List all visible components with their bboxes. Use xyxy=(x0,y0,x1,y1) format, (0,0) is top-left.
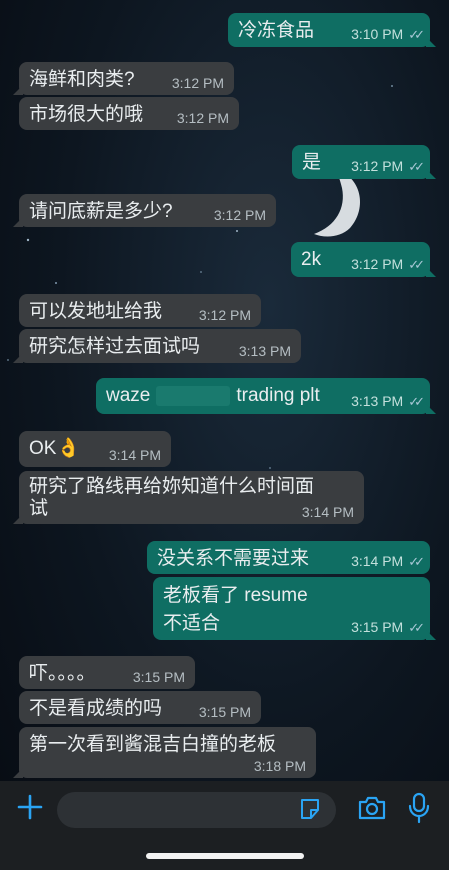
message-time: 3:10 PM ✓✓ xyxy=(351,26,425,42)
message-time: 3:12 PM ✓✓ xyxy=(351,158,425,174)
message-text: waze trading plt xyxy=(106,385,320,406)
plus-icon[interactable] xyxy=(16,793,44,821)
message-bubble-incoming[interactable]: 市场很大的哦 3:12 PM xyxy=(19,97,239,130)
home-indicator[interactable] xyxy=(146,853,304,859)
message-bubble-incoming[interactable]: 研究怎样过去面试吗 3:13 PM xyxy=(13,329,301,363)
message-text: 可以发地址给我 xyxy=(29,301,163,322)
message-text: 是 xyxy=(302,152,322,173)
message-time: 3:18 PM xyxy=(253,758,306,774)
message-bubble-incoming[interactable]: 不是看成绩的吗 3:15 PM xyxy=(19,691,261,724)
message-time: 3:12 PM xyxy=(198,307,251,323)
message-time: 3:15 PM xyxy=(132,669,185,685)
message-text: 吓。。。。 xyxy=(29,663,96,684)
message-bubble-incoming[interactable]: 海鲜和肉类? 3:12 PM xyxy=(13,62,234,95)
message-time: 3:12 PM xyxy=(171,75,224,91)
message-bubble-outgoing[interactable]: waze trading plt 3:13 PM ✓✓ xyxy=(96,378,436,414)
message-text: 海鲜和肉类? xyxy=(29,69,135,90)
read-receipt-icon: ✓✓ xyxy=(408,554,425,569)
message-bubble-incoming[interactable]: OK👌 3:14 PM xyxy=(19,431,171,467)
read-receipt-icon: ✓✓ xyxy=(408,394,425,409)
message-text: 没关系不需要过来 xyxy=(157,548,310,569)
message-bubble-incoming[interactable]: 请问底薪是多少? 3:12 PM xyxy=(13,194,276,227)
message-text: 研究怎样过去面试吗 xyxy=(29,336,201,357)
message-time: 3:12 PM ✓✓ xyxy=(351,256,425,272)
message-time: 3:12 PM xyxy=(213,207,266,223)
message-text: 2k xyxy=(301,249,322,270)
read-receipt-icon: ✓✓ xyxy=(408,159,425,174)
message-bubble-outgoing[interactable]: 老板看了 resume 不适合 3:15 PM ✓✓ xyxy=(153,577,436,640)
message-bubble-outgoing[interactable]: 2k 3:12 PM ✓✓ xyxy=(291,242,436,277)
message-time: 3:12 PM xyxy=(176,110,229,126)
message-time: 3:15 PM ✓✓ xyxy=(351,619,425,635)
message-bubble-outgoing[interactable]: 是 3:12 PM ✓✓ xyxy=(292,145,436,179)
message-text: 研究了路线再给妳知道什么时间面试 xyxy=(29,476,315,519)
redacted-block xyxy=(156,385,231,406)
message-bubble-incoming[interactable]: 第一次看到酱混吉白撞的老板 3:18 PM xyxy=(13,727,316,778)
message-time: 3:15 PM xyxy=(198,704,251,720)
message-bubble-incoming[interactable]: 可以发地址给我 3:12 PM xyxy=(19,294,261,327)
message-time: 3:13 PM ✓✓ xyxy=(351,393,425,409)
camera-icon[interactable] xyxy=(357,795,387,821)
read-receipt-icon: ✓✓ xyxy=(408,27,425,42)
message-text: 第一次看到酱混吉白撞的老板 xyxy=(29,734,277,755)
message-text: OK👌 xyxy=(29,438,81,459)
read-receipt-icon: ✓✓ xyxy=(408,257,425,272)
message-bubble-outgoing[interactable]: 冷冻食品 3:10 PM ✓✓ xyxy=(228,13,436,47)
read-receipt-icon: ✓✓ xyxy=(408,620,425,635)
message-input[interactable] xyxy=(57,792,336,828)
message-bubble-outgoing[interactable]: 没关系不需要过来 3:14 PM ✓✓ xyxy=(147,541,430,574)
message-time: 3:13 PM xyxy=(238,343,291,359)
message-bubble-incoming[interactable]: 吓。。。。 3:15 PM xyxy=(19,656,195,689)
message-time: 3:14 PM ✓✓ xyxy=(351,553,425,569)
sticker-icon[interactable] xyxy=(298,797,322,821)
message-input-bar xyxy=(0,781,449,870)
message-text: 市场很大的哦 xyxy=(29,104,144,125)
message-time: 3:14 PM xyxy=(108,447,161,463)
message-text: 不是看成绩的吗 xyxy=(29,698,163,719)
message-text: 冷冻食品 xyxy=(238,20,315,41)
message-bubble-incoming[interactable]: 研究了路线再给妳知道什么时间面试 3:14 PM xyxy=(13,471,364,524)
message-text: 请问底薪是多少? xyxy=(29,201,173,222)
message-text: 老板看了 resume 不适合 xyxy=(163,585,308,634)
message-time: 3:14 PM xyxy=(301,504,354,520)
microphone-icon[interactable] xyxy=(407,792,431,824)
